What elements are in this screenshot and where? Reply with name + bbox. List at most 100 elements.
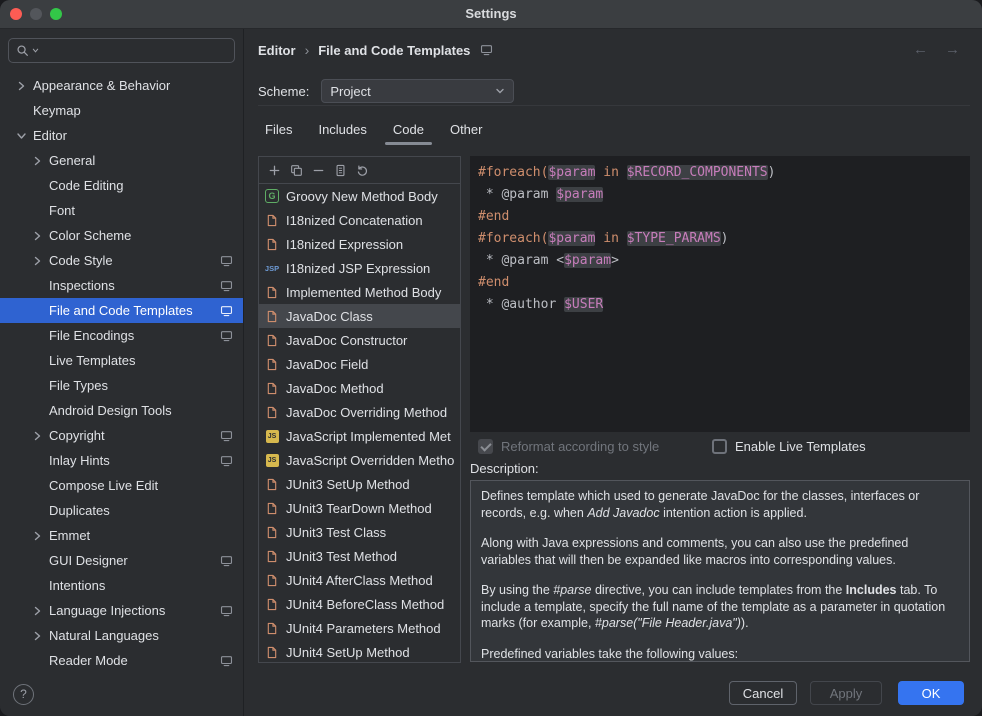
tab-other[interactable]: Other xyxy=(437,114,496,145)
sidebar-item-editor[interactable]: Editor xyxy=(0,123,243,148)
breadcrumb: Editor › File and Code Templates xyxy=(258,42,493,58)
template-item-javadoc-overriding-method[interactable]: JavaDoc Overriding Method xyxy=(259,400,460,424)
help-button[interactable]: ? xyxy=(13,684,34,705)
sidebar-item-file-types[interactable]: File Types xyxy=(0,373,243,398)
forward-button[interactable]: → xyxy=(945,41,960,58)
chevron-right-icon[interactable] xyxy=(13,81,29,91)
sidebar-item-color-scheme[interactable]: Color Scheme xyxy=(0,223,243,248)
sidebar-item-language-injections[interactable]: Language Injections xyxy=(0,598,243,623)
tab-files[interactable]: Files xyxy=(252,114,305,145)
sidebar-item-inspections[interactable]: Inspections xyxy=(0,273,243,298)
template-item-label: JUnit3 Test Class xyxy=(286,525,386,540)
live-templates-checkbox[interactable] xyxy=(712,439,727,454)
scheme-row: Scheme: Project xyxy=(258,79,514,103)
reformat-option: Reformat according to style xyxy=(478,438,659,454)
file-template-icon xyxy=(264,286,280,299)
duplicate-template-icon[interactable] xyxy=(290,164,303,177)
breadcrumb-editor[interactable]: Editor xyxy=(258,43,296,58)
template-item-javadoc-constructor[interactable]: JavaDoc Constructor xyxy=(259,328,460,352)
sidebar-item-code-style[interactable]: Code Style xyxy=(0,248,243,273)
template-item-label: JavaDoc Class xyxy=(286,309,373,324)
sidebar-item-reader-mode[interactable]: Reader Mode xyxy=(0,648,243,673)
template-item-implemented-method-body[interactable]: Implemented Method Body xyxy=(259,280,460,304)
sidebar-item-android-design-tools[interactable]: Android Design Tools xyxy=(0,398,243,423)
screen-badge-icon xyxy=(220,255,233,267)
scheme-dropdown[interactable]: Project xyxy=(321,79,514,103)
sidebar-item-live-templates[interactable]: Live Templates xyxy=(0,348,243,373)
description-paragraph: Along with Java expressions and comments… xyxy=(481,535,959,568)
screen-badge-icon xyxy=(480,44,493,56)
sidebar-item-appearance-behavior[interactable]: Appearance & Behavior xyxy=(0,73,243,98)
chevron-down-icon[interactable] xyxy=(13,131,29,141)
sidebar-item-general[interactable]: General xyxy=(0,148,243,173)
sidebar-item-keymap[interactable]: Keymap xyxy=(0,98,243,123)
add-template-icon[interactable] xyxy=(268,164,281,177)
live-templates-option: Enable Live Templates xyxy=(712,438,866,454)
template-item-junit4-setup-method[interactable]: JUnit4 SetUp Method xyxy=(259,640,460,663)
ok-button[interactable]: OK xyxy=(898,681,964,705)
sidebar-item-label: Emmet xyxy=(49,528,90,543)
sidebar-item-natural-languages[interactable]: Natural Languages xyxy=(0,623,243,648)
sidebar-item-gui-designer[interactable]: GUI Designer xyxy=(0,548,243,573)
search-input[interactable] xyxy=(42,42,227,59)
tab-includes[interactable]: Includes xyxy=(305,114,379,145)
template-item-label: JavaDoc Constructor xyxy=(286,333,407,348)
chevron-right-icon[interactable] xyxy=(29,631,45,641)
template-item-junit4-beforeclass-method[interactable]: JUnit4 BeforeClass Method xyxy=(259,592,460,616)
template-item-junit3-test-method[interactable]: JUnit3 Test Method xyxy=(259,544,460,568)
sidebar-item-duplicates[interactable]: Duplicates xyxy=(0,498,243,523)
copy-template-icon[interactable] xyxy=(334,164,347,177)
sidebar-item-font[interactable]: Font xyxy=(0,198,243,223)
sidebar-item-compose-live-edit[interactable]: Compose Live Edit xyxy=(0,473,243,498)
reset-template-icon[interactable] xyxy=(356,164,369,177)
sidebar-item-intentions[interactable]: Intentions xyxy=(0,573,243,598)
breadcrumb-separator-icon: › xyxy=(305,42,310,58)
apply-button[interactable]: Apply xyxy=(810,681,882,705)
reformat-checkbox xyxy=(478,439,493,454)
template-item-label: JUnit4 AfterClass Method xyxy=(286,573,433,588)
settings-content: Editor › File and Code Templates ← → Sch… xyxy=(244,29,982,716)
template-item-groovy-new-method-body[interactable]: GGroovy New Method Body xyxy=(259,184,460,208)
chevron-right-icon[interactable] xyxy=(29,156,45,166)
sidebar-item-file-encodings[interactable]: File Encodings xyxy=(0,323,243,348)
chevron-right-icon[interactable] xyxy=(29,256,45,266)
file-template-icon xyxy=(264,574,280,587)
template-editor[interactable]: #foreach($param in $RECORD_COMPONENTS) *… xyxy=(470,156,970,432)
cancel-button[interactable]: Cancel xyxy=(729,681,797,705)
file-template-icon xyxy=(264,238,280,251)
screen-badge-icon xyxy=(220,555,233,567)
sidebar-item-emmet[interactable]: Emmet xyxy=(0,523,243,548)
template-item-i18nized-concatenation[interactable]: I18nized Concatenation xyxy=(259,208,460,232)
template-item-javadoc-class[interactable]: JavaDoc Class xyxy=(259,304,460,328)
template-item-javadoc-field[interactable]: JavaDoc Field xyxy=(259,352,460,376)
sidebar-item-label: Keymap xyxy=(33,103,81,118)
sidebar-item-copyright[interactable]: Copyright xyxy=(0,423,243,448)
template-item-junit4-afterclass-method[interactable]: JUnit4 AfterClass Method xyxy=(259,568,460,592)
chevron-right-icon[interactable] xyxy=(29,231,45,241)
chevron-right-icon[interactable] xyxy=(29,606,45,616)
file-template-icon xyxy=(264,502,280,515)
template-item-i18nized-jsp-expression[interactable]: JSPI18nized JSP Expression xyxy=(259,256,460,280)
template-item-i18nized-expression[interactable]: I18nized Expression xyxy=(259,232,460,256)
template-item-junit3-teardown-method[interactable]: JUnit3 TearDown Method xyxy=(259,496,460,520)
remove-template-icon[interactable] xyxy=(312,164,325,177)
template-item-label: JavaDoc Field xyxy=(286,357,368,372)
tab-code[interactable]: Code xyxy=(380,114,437,145)
file-template-icon xyxy=(264,598,280,611)
sidebar-item-file-and-code-templates[interactable]: File and Code Templates xyxy=(0,298,243,323)
chevron-right-icon[interactable] xyxy=(29,531,45,541)
sidebar-item-code-editing[interactable]: Code Editing xyxy=(0,173,243,198)
template-item-javascript-implemented-met[interactable]: JSJavaScript Implemented Met xyxy=(259,424,460,448)
back-button[interactable]: ← xyxy=(913,41,928,58)
template-item-junit4-parameters-method[interactable]: JUnit4 Parameters Method xyxy=(259,616,460,640)
template-item-javascript-overridden-metho[interactable]: JSJavaScript Overridden Metho xyxy=(259,448,460,472)
template-item-junit3-setup-method[interactable]: JUnit3 SetUp Method xyxy=(259,472,460,496)
template-item-javadoc-method[interactable]: JavaDoc Method xyxy=(259,376,460,400)
settings-search[interactable] xyxy=(8,38,235,63)
template-item-junit3-test-class[interactable]: JUnit3 Test Class xyxy=(259,520,460,544)
sidebar-item-inlay-hints[interactable]: Inlay Hints xyxy=(0,448,243,473)
screen-badge-icon xyxy=(220,605,233,617)
chevron-right-icon[interactable] xyxy=(29,431,45,441)
sidebar-item-label: File Encodings xyxy=(49,328,134,343)
file-template-icon xyxy=(264,382,280,395)
